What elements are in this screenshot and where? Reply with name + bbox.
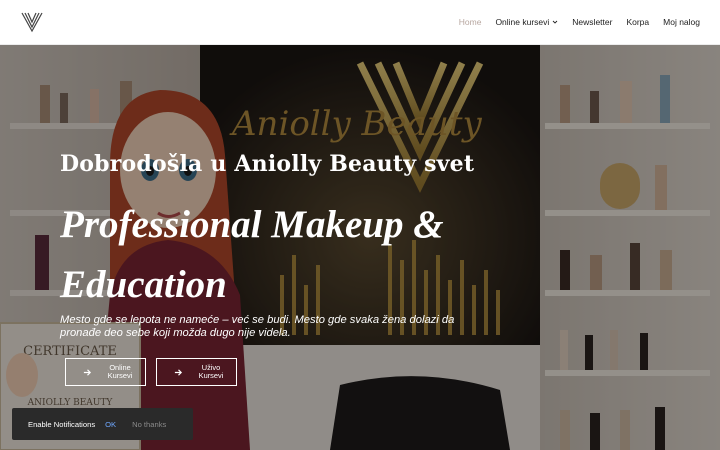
uzivo-kursevi-button-label: Uživo Kursevi — [198, 363, 224, 380]
nav-newsletter[interactable]: Newsletter — [572, 17, 612, 27]
nav-home[interactable]: Home — [459, 17, 482, 27]
nav-korpa-label: Korpa — [626, 17, 650, 27]
nav-newsletter-label: Newsletter — [572, 17, 613, 27]
hero-welcome-text: Dobrodošla u Aniolly Beauty svet — [60, 151, 475, 177]
nav-korpa[interactable]: Korpa — [626, 17, 649, 27]
uzivo-kursevi-button[interactable]: Uživo Kursevi — [156, 358, 237, 386]
arrow-right-icon — [174, 368, 183, 376]
notification-dismiss-button[interactable]: No thanks — [132, 420, 166, 429]
nav-home-label: Home — [458, 17, 482, 27]
nav-moj-nalog[interactable]: Moj nalog — [663, 17, 700, 27]
main-nav: Home Online kursevi Newsletter Korpa Moj… — [459, 17, 700, 27]
notification-text: Enable Notifications — [28, 419, 96, 429]
notification-ok-button[interactable]: OK — [105, 420, 116, 429]
notification-prompt: Enable Notifications OK No thanks — [12, 408, 193, 440]
nav-online-kursevi-label: Online kursevi — [495, 17, 550, 27]
online-kursevi-button[interactable]: Online Kursevi — [65, 358, 146, 386]
chevron-down-icon — [552, 20, 558, 24]
hero-description: Mesto gde se lepota ne nameće – već se b… — [60, 314, 455, 339]
online-kursevi-button-label: Online Kursevi — [107, 363, 133, 380]
v-monogram-logo-icon[interactable] — [20, 10, 44, 34]
nav-moj-nalog-label: Moj nalog — [663, 17, 700, 27]
arrow-right-icon — [83, 368, 92, 376]
hero-section: Aniolly Beauty CERTIFICATE ANIOLLY BEAUT… — [0, 45, 720, 450]
hero-headline: Professional Makeup & Education — [60, 203, 444, 306]
nav-online-kursevi[interactable]: Online kursevi — [495, 17, 558, 27]
site-header: Home Online kursevi Newsletter Korpa Moj… — [0, 0, 720, 45]
